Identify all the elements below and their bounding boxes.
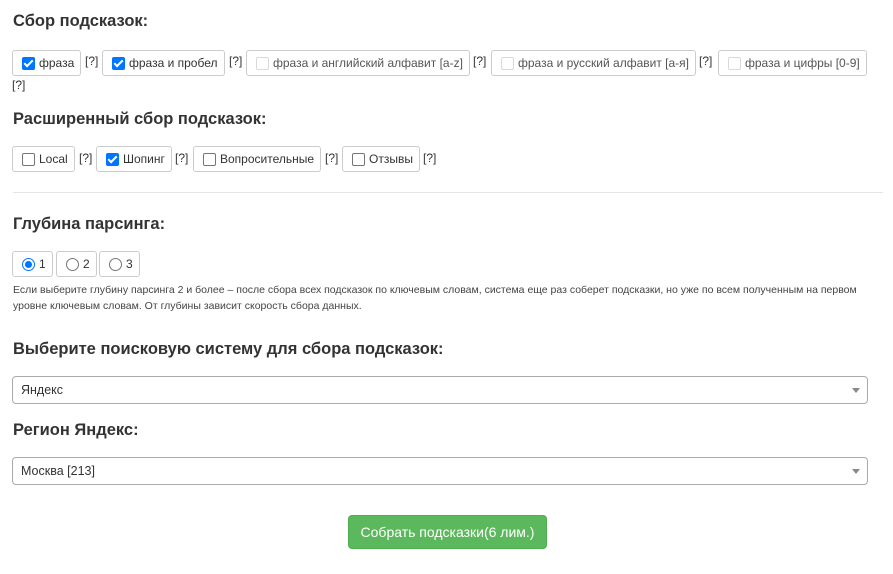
depth-help-text: Если выберите глубину парсинга 2 и более… bbox=[13, 284, 857, 312]
extended-heading: Расширенный сбор подсказок: bbox=[13, 110, 267, 128]
radio-depth-3[interactable] bbox=[109, 257, 122, 271]
help-link[interactable]: [?] bbox=[699, 54, 712, 68]
hint-option-label: фраза и английский алфавит [a-z] bbox=[273, 56, 463, 70]
help-link[interactable]: [?] bbox=[175, 151, 188, 165]
depth-option-label: 1 bbox=[39, 257, 46, 271]
checkbox-questions[interactable] bbox=[203, 152, 216, 166]
extended-option-questions[interactable]: Вопросительные bbox=[193, 146, 322, 172]
depth-option-3[interactable]: 3 bbox=[99, 251, 140, 277]
checkbox-reviews[interactable] bbox=[352, 152, 365, 166]
section-divider bbox=[13, 192, 883, 193]
hint-option-phrase-digits[interactable]: фраза и цифры [0-9] bbox=[718, 50, 867, 76]
checkbox-phrase-ru[interactable] bbox=[501, 56, 514, 70]
hint-option-phrase-space[interactable]: фраза и пробел bbox=[102, 50, 225, 76]
collect-hints-button[interactable]: Собрать подсказки(6 лим.) bbox=[348, 515, 547, 549]
checkbox-shopping[interactable] bbox=[106, 152, 119, 166]
hint-option-label: фраза bbox=[39, 56, 75, 70]
region-select-value: Москва [213] bbox=[21, 464, 95, 478]
hint-option-phrase-ru[interactable]: фраза и русский алфавит [а-я] bbox=[491, 50, 696, 76]
dropdown-arrow-icon bbox=[852, 469, 860, 474]
extended-option-local[interactable]: Local bbox=[12, 146, 75, 172]
region-select[interactable]: Москва [213] bbox=[12, 457, 868, 485]
help-link[interactable]: [?] bbox=[325, 151, 338, 165]
checkbox-phrase-space[interactable] bbox=[112, 56, 125, 70]
hint-option-phrase[interactable]: фраза bbox=[12, 50, 82, 76]
help-link[interactable]: [?] bbox=[423, 151, 436, 165]
checkbox-local[interactable] bbox=[22, 152, 35, 166]
checkbox-phrase[interactable] bbox=[22, 56, 35, 70]
region-heading: Регион Яндекс: bbox=[13, 421, 139, 439]
help-link[interactable]: [?] bbox=[79, 151, 92, 165]
hint-option-phrase-en[interactable]: фраза и английский алфавит [a-z] bbox=[246, 50, 470, 76]
checkbox-phrase-en[interactable] bbox=[256, 56, 269, 70]
engine-select[interactable]: Яндекс bbox=[12, 376, 868, 404]
hint-option-label: фраза и цифры [0-9] bbox=[745, 56, 860, 70]
help-link[interactable]: [?] bbox=[12, 78, 25, 92]
extended-option-label: Отзывы bbox=[369, 152, 413, 166]
dropdown-arrow-icon bbox=[852, 388, 860, 393]
hints-heading: Сбор подсказок: bbox=[13, 12, 149, 30]
hint-option-label: фраза и пробел bbox=[129, 56, 218, 70]
engine-heading: Выберите поисковую систему для сбора под… bbox=[13, 340, 444, 358]
help-link[interactable]: [?] bbox=[473, 54, 486, 68]
extended-option-label: Шопинг bbox=[123, 152, 165, 166]
depth-option-label: 3 bbox=[126, 257, 133, 271]
checkbox-phrase-digits[interactable] bbox=[728, 56, 741, 70]
depth-heading: Глубина парсинга: bbox=[13, 215, 166, 233]
hint-option-label: фраза и русский алфавит [а-я] bbox=[518, 56, 689, 70]
depth-option-label: 2 bbox=[83, 257, 90, 271]
help-link[interactable]: [?] bbox=[85, 54, 98, 68]
radio-depth-1[interactable] bbox=[22, 257, 35, 271]
extended-option-shopping[interactable]: Шопинг bbox=[96, 146, 172, 172]
extended-option-reviews[interactable]: Отзывы bbox=[342, 146, 420, 172]
extended-option-label: Вопросительные bbox=[220, 152, 315, 166]
depth-option-2[interactable]: 2 bbox=[56, 251, 97, 277]
depth-option-1[interactable]: 1 bbox=[12, 251, 53, 277]
engine-select-value: Яндекс bbox=[21, 383, 64, 397]
help-link[interactable]: [?] bbox=[229, 54, 242, 68]
extended-option-label: Local bbox=[39, 152, 68, 166]
radio-depth-2[interactable] bbox=[66, 257, 79, 271]
